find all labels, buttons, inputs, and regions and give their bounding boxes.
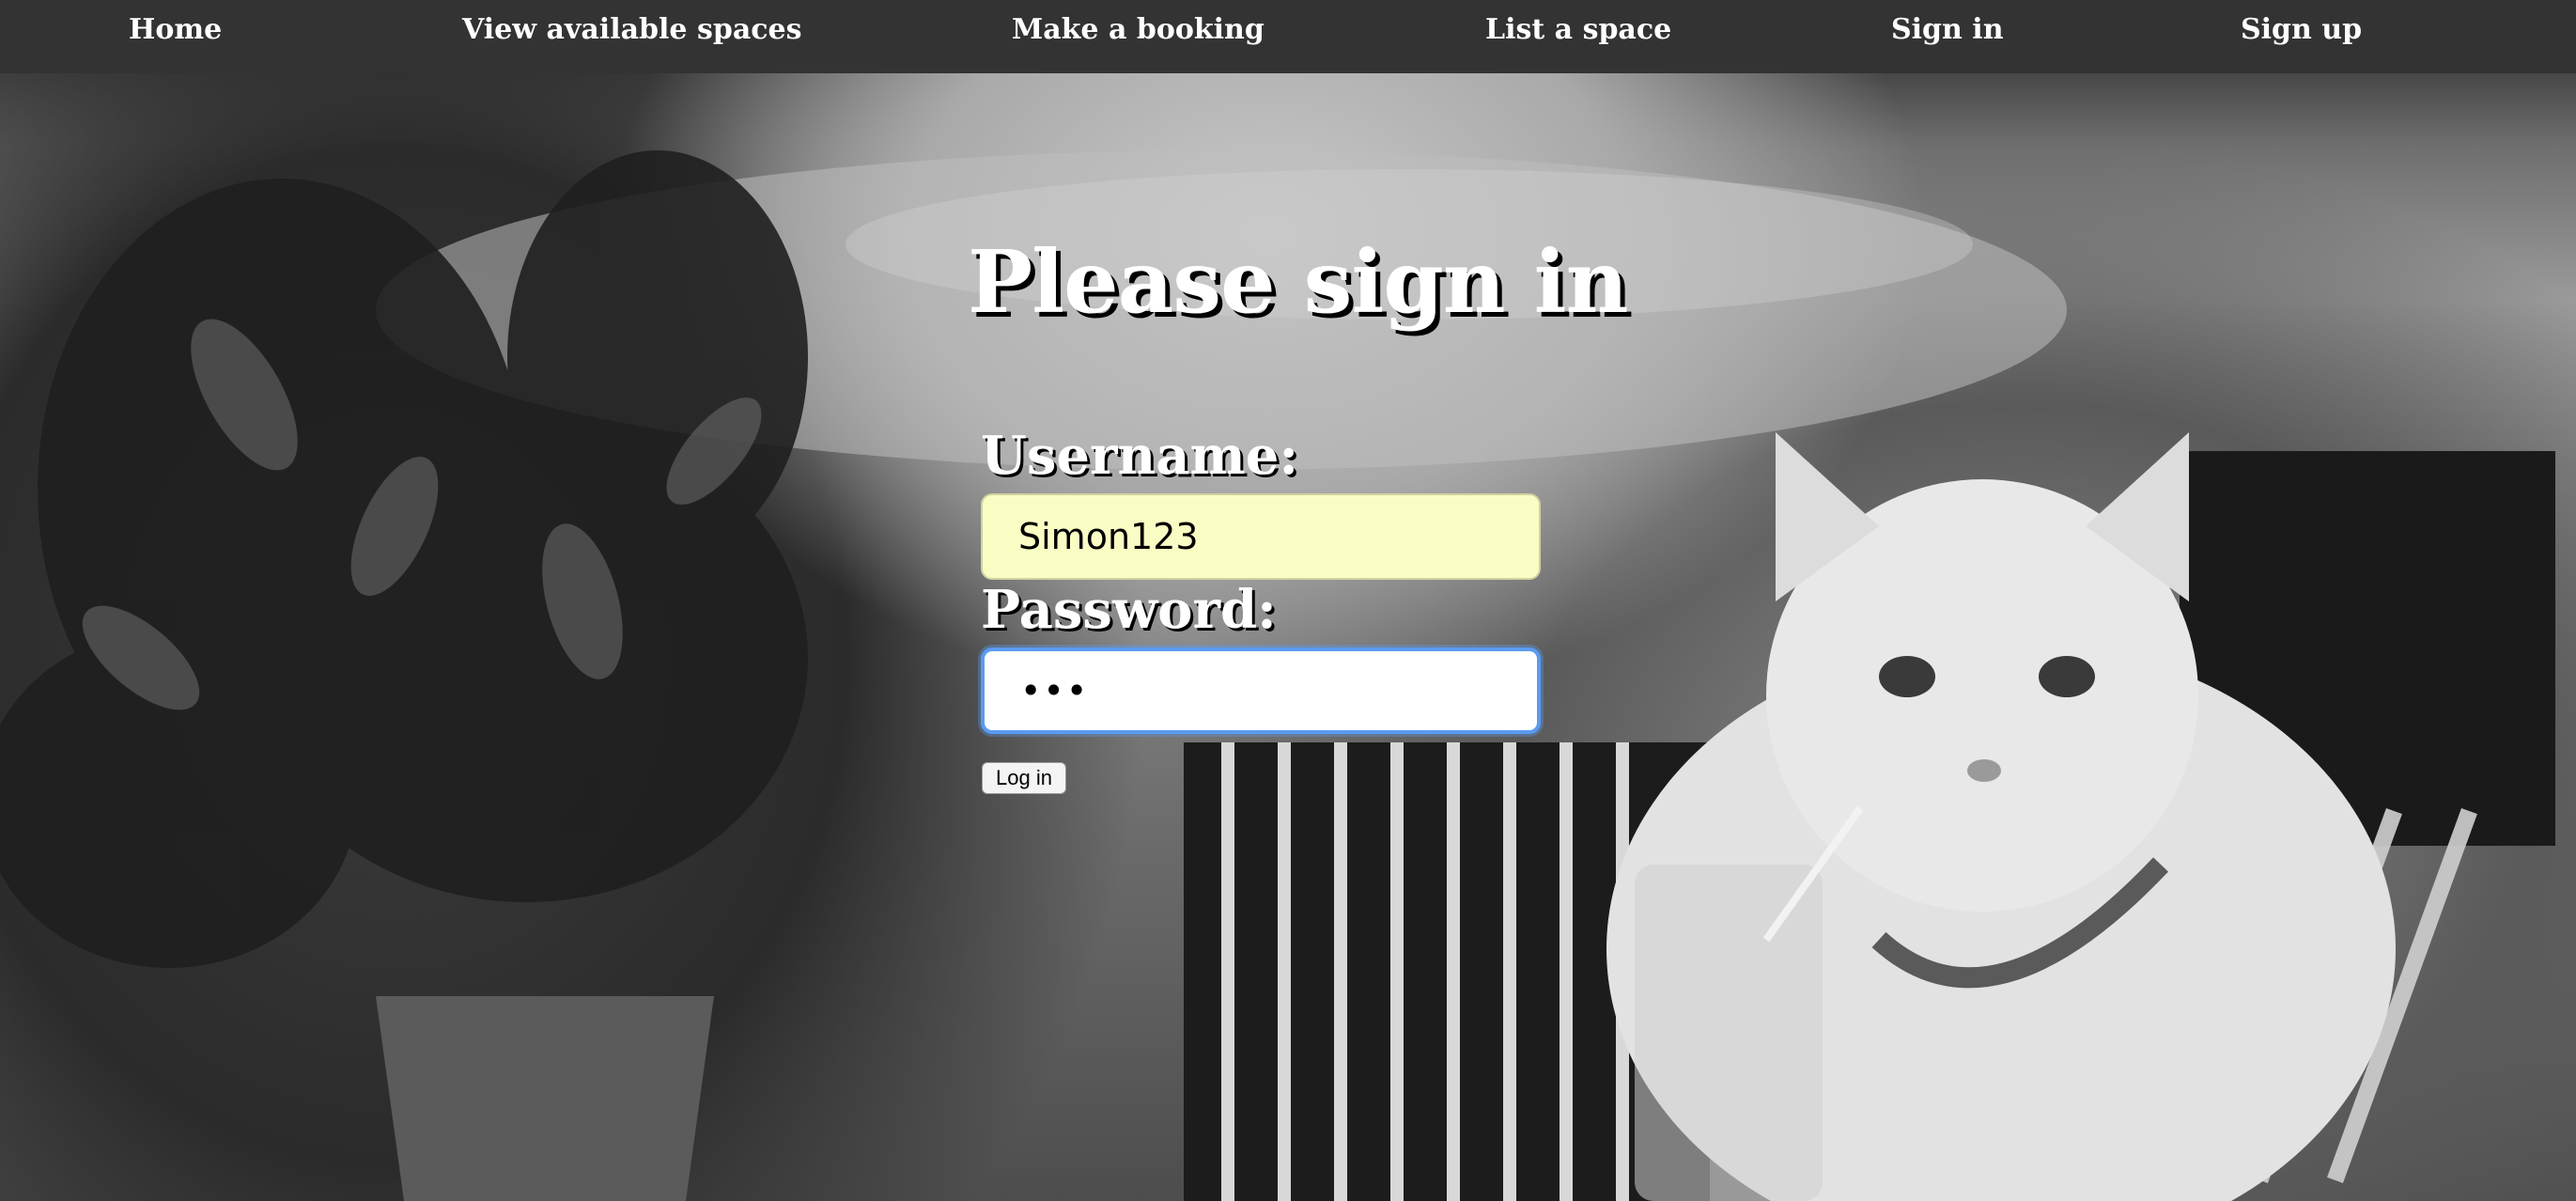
nav-home-link[interactable]: Home xyxy=(129,0,222,60)
page: Home View available spaces Make a bookin… xyxy=(0,0,2576,1201)
nav-make-booking-link[interactable]: Make a booking xyxy=(1012,0,1265,60)
nav-sign-in-link[interactable]: Sign in xyxy=(1891,0,2004,60)
page-title: Please sign in xyxy=(968,231,1628,333)
nav-list-space-link[interactable]: List a space xyxy=(1485,0,1671,60)
background-photo xyxy=(0,0,2576,1201)
username-input[interactable] xyxy=(981,493,1541,580)
password-label: Password: xyxy=(981,579,1277,641)
log-in-button[interactable]: Log in xyxy=(982,762,1066,794)
nav-sign-up-link[interactable]: Sign up xyxy=(2241,0,2362,60)
password-input[interactable] xyxy=(981,647,1541,734)
nav-view-spaces-link[interactable]: View available spaces xyxy=(462,0,802,60)
background-scene-illustration xyxy=(0,150,2555,1201)
top-navbar: Home View available spaces Make a bookin… xyxy=(0,0,2576,73)
username-label: Username: xyxy=(981,425,1299,487)
